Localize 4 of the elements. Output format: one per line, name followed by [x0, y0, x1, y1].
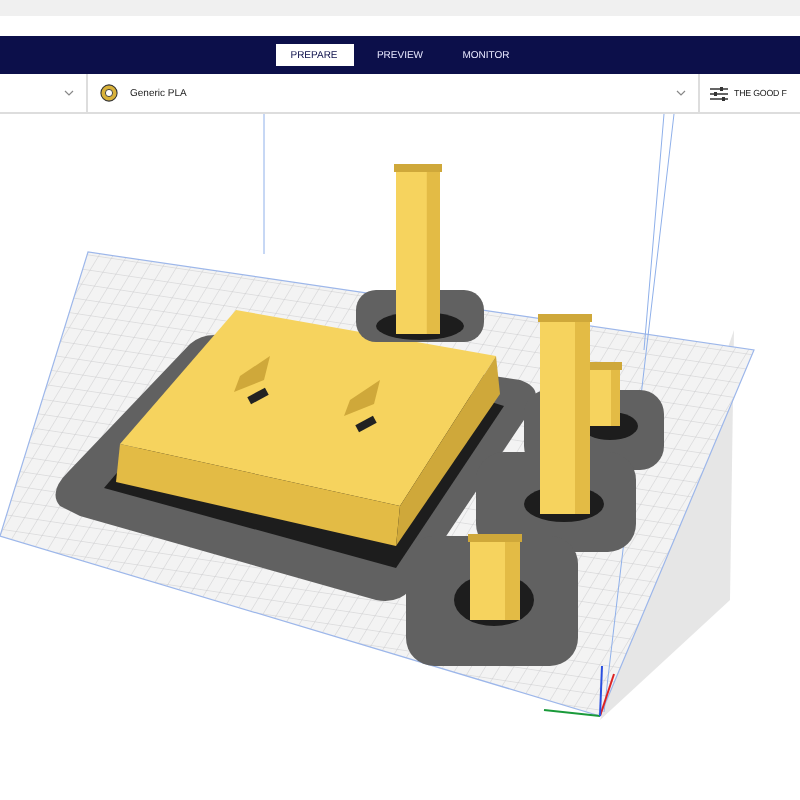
chevron-icon — [676, 90, 686, 96]
sliders-icon — [710, 85, 728, 101]
spool-icon — [100, 84, 118, 102]
chevron-icon — [64, 90, 74, 96]
